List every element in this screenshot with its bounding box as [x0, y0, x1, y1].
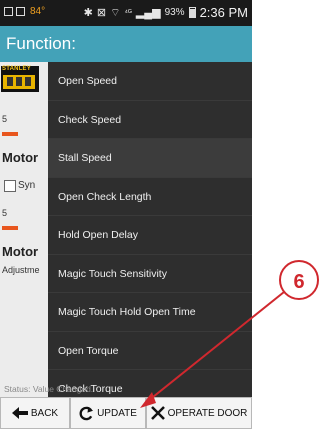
callout-number-badge: 6: [279, 260, 319, 300]
callout-arrow: [140, 291, 285, 408]
